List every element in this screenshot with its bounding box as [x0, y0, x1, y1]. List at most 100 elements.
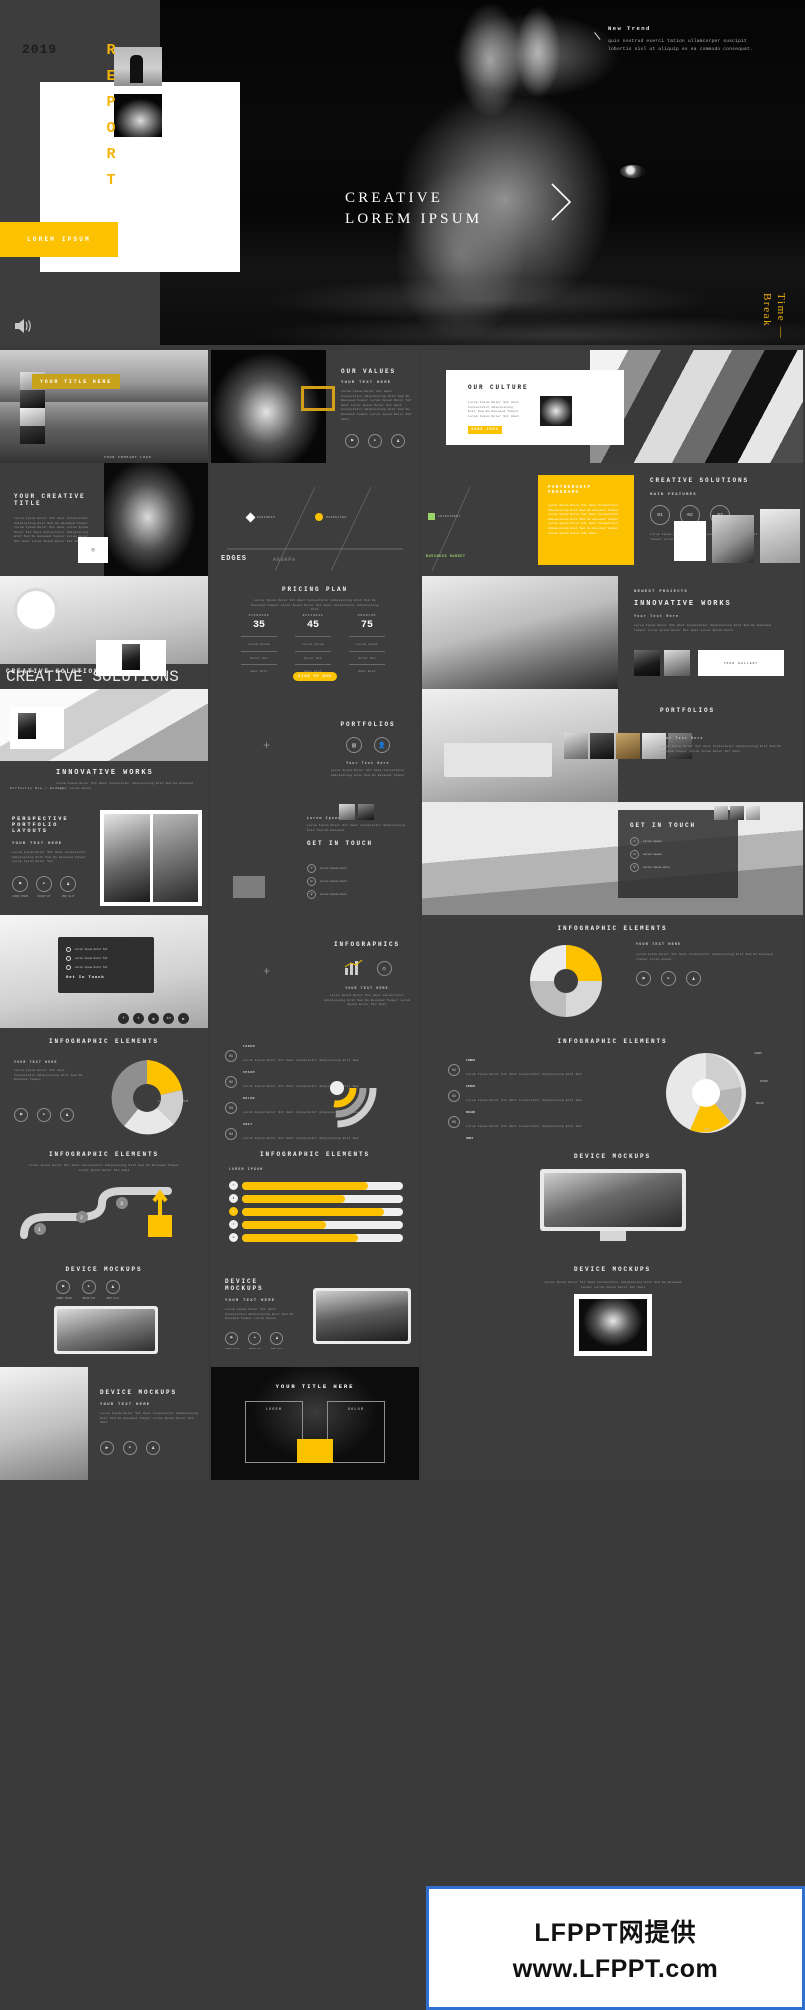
- mail-icon[interactable]: ✉: [307, 877, 316, 886]
- slide-thumb-30[interactable]: [422, 1367, 803, 1480]
- slide-thumb-15[interactable]: GET IN TOUCH ✆ Lorem Ipsum ✉ Lorem Ipsum ⚲…: [422, 802, 803, 915]
- slide-05-legend: BUSINESS MARKETING: [245, 512, 347, 522]
- rocket-icon[interactable]: ➤: [37, 1108, 51, 1122]
- pie-icon[interactable]: ◴: [376, 961, 392, 976]
- instagram-icon[interactable]: ◉: [148, 1013, 159, 1024]
- plus-icon: +: [263, 739, 271, 753]
- slide-21-slice-label-1: LOREM: [754, 1052, 762, 1055]
- slide-thumb-22[interactable]: INFOGRAPHIC ELEMENTS Lorem Ipsum Dolor S…: [0, 1141, 208, 1254]
- slide-23-sub: LOREM IPSUM: [229, 1167, 264, 1171]
- slide-08-signup-button[interactable]: SIGN UP NOW: [293, 672, 337, 681]
- slide-thumb-14[interactable]: Lorem Ipsum Lorem Ipsum Dolor Sit Amet C…: [211, 802, 419, 915]
- slide-thumb-01[interactable]: YOUR TITLE HERE YOUR COMPANY LOGO: [0, 350, 208, 463]
- slide-thumb-23[interactable]: INFOGRAPHIC ELEMENTS LOREM IPSUM ✎ ♦ ★ ✆…: [211, 1141, 419, 1254]
- trophy-icon[interactable]: ♟: [146, 1441, 160, 1455]
- slide-thumb-03[interactable]: OUR CULTURE Lorem Ipsum Dolor Sit Amet C…: [422, 350, 803, 463]
- slide-thumb-05b[interactable]: INVESTMENT BUSINESS MARKET PARTNERSHIP P…: [422, 463, 803, 576]
- flag-icon[interactable]: ⚑: [56, 1280, 70, 1294]
- trophy-icon[interactable]: ♟: [60, 876, 76, 892]
- hero-year: 2019: [22, 42, 58, 57]
- slide-11-title: PORTFOLIOS: [340, 721, 396, 728]
- slide-thumb-12[interactable]: PORTFOLIOS Your Text Here Lorem Ipsum Do…: [422, 689, 803, 802]
- trophy-icon[interactable]: ♟: [105, 1280, 120, 1294]
- slide-26-title: DEVICE MOCKUPS: [225, 1278, 264, 1292]
- slide-thumb-20[interactable]: 01 LOREM Lorem Ipsum Dolor Sit Amet Consec…: [211, 1028, 419, 1141]
- slide-thumb-09[interactable]: NEWEST PROJECTS INNOVATIVE WORKS Your Te…: [422, 576, 803, 689]
- imac-stand: [600, 1231, 626, 1241]
- plan-price-1: 35: [252, 620, 265, 631]
- slide-thumb-17[interactable]: + INFOGRAPHICS ◴ YOUR TEXT HERE Lorem Ip…: [211, 915, 419, 1028]
- slide-05-panel-title: PARTNERSHIP PROGRAMS: [548, 485, 592, 495]
- slide-thumb-18[interactable]: INFOGRAPHIC ELEMENTS YOUR TEXT HERE Lore…: [422, 915, 803, 1028]
- slide-thumb-19[interactable]: INFOGRAPHIC ELEMENTS YOUR TEXT HERE Lore…: [0, 1028, 208, 1141]
- pricing-col-2[interactable]: BUSINESS 45 Lorem Ipsum Dolor Sit Amet E…: [295, 614, 331, 674]
- audio-toggle-button[interactable]: [14, 317, 34, 335]
- slide-10-photo-inset: [18, 713, 36, 739]
- flag-icon[interactable]: ⚑: [12, 876, 28, 892]
- slide-thumb-13[interactable]: PERSPECTIVE PORTFOLIO LAYOUTS YOUR TEXT …: [0, 802, 208, 915]
- slide-07-photo: [122, 644, 140, 670]
- slide-09-sub2: Your Text Here: [634, 615, 680, 619]
- plan-name-2: BUSINESS: [302, 614, 324, 617]
- plan-feat-2b: Dolor Sit: [304, 655, 322, 660]
- users-icon[interactable]: 👤: [374, 737, 390, 753]
- pricing-col-3[interactable]: PREMIUM 75 Lorem Ipsum Dolor Sit Amet El…: [349, 614, 385, 674]
- linkedin-icon[interactable]: in: [163, 1013, 174, 1024]
- slide-thumb-11[interactable]: + PORTFOLIOS ▤ 👤 Your Text Here Lorem Ip…: [211, 689, 419, 802]
- flag-icon[interactable]: ⚑: [636, 971, 651, 987]
- flag-icon[interactable]: ⚑: [345, 434, 359, 448]
- slide-thumb-28[interactable]: DEVICE MOCKUPS YOUR TEXT HERE Lorem Ipsu…: [0, 1367, 208, 1480]
- slide-thumb-10[interactable]: INNOVATIVE WORKS Perfectly New / Design …: [0, 689, 208, 802]
- slide-08-button-label: SIGN UP NOW: [298, 674, 332, 679]
- slide-thumb-07[interactable]: CREATIVE SOLUTIONS CREATIVE SOLUTIONS: [0, 576, 208, 689]
- slide-thumb-21[interactable]: INFOGRAPHIC ELEMENTS 01 LOREM Lorem Ipsum …: [422, 1028, 803, 1141]
- phone-icon[interactable]: ✆: [307, 864, 316, 873]
- laptop-mockup: [54, 1306, 158, 1354]
- grid-row: Lorem Ipsum Dolor Sit Lorem Ipsum Dolor …: [0, 915, 805, 1028]
- slide-17-body: Lorem Ipsum Dolor Sit Amet Consectetur A…: [323, 993, 411, 1007]
- rocket-icon[interactable]: ➤: [368, 434, 382, 448]
- twitter-icon[interactable]: t: [133, 1013, 144, 1024]
- rocket-icon[interactable]: ➤: [123, 1441, 137, 1455]
- rocket-icon[interactable]: ➤: [81, 1280, 96, 1294]
- bar-icon-1: ✎: [229, 1181, 238, 1190]
- slide-thumb-24[interactable]: DEVICE MOCKUPS: [422, 1141, 803, 1254]
- pin-icon[interactable]: ⚲: [307, 890, 316, 899]
- mail-icon[interactable]: ✉: [630, 850, 639, 859]
- slide-thumb-05[interactable]: BUSINESS MARKETING EDGES AGGRPA: [211, 463, 419, 576]
- slide-thumb-26[interactable]: DEVICE MOCKUPS YOUR TEXT HERE Lorem Ipsu…: [211, 1254, 419, 1367]
- trophy-icon[interactable]: ♟: [60, 1108, 74, 1122]
- slide-09-text: NEWEST PROJECTS INNOVATIVE WORKS Your Te…: [634, 590, 784, 632]
- slide-thumb-29[interactable]: YOUR TITLE HERE LOREM DOLOR: [211, 1367, 419, 1480]
- hero-cta-button[interactable]: LOREM IPSUM: [0, 222, 118, 257]
- next-slide-button[interactable]: [548, 182, 574, 222]
- slide-thumb-02[interactable]: OUR VALUES YOUR TEXT HERE Lorem Ipsum Do…: [211, 350, 419, 463]
- site-watermark: LFPPT网提供 www.LFPPT.com: [426, 1886, 805, 2010]
- slide-03-button[interactable]: MORE INFO: [468, 426, 502, 434]
- flag-icon[interactable]: ⚑: [14, 1108, 28, 1122]
- slide-09-caption-card: YOUR GALLERY: [698, 650, 784, 676]
- youtube-icon[interactable]: ▶: [178, 1013, 189, 1024]
- pin-icon[interactable]: ⚲: [630, 863, 639, 872]
- slide-thumb-04[interactable]: YOUR CREATIVE TITLE Lorem Ipsum Dolor Si…: [0, 463, 208, 576]
- play-icon[interactable]: ▶: [100, 1441, 114, 1455]
- briefcase-icon[interactable]: ▤: [346, 737, 362, 753]
- pricing-col-1[interactable]: STANDARD 35 Lorem Ipsum Dolor Sit Amet E…: [241, 614, 277, 674]
- hero-title-line2: LOREM IPSUM: [345, 211, 483, 227]
- mockup-card-2: [712, 515, 754, 563]
- rocket-icon[interactable]: ➤: [36, 876, 52, 892]
- slide-thumb-27[interactable]: DEVICE MOCKUPS Lorem Ipsum Dolor Sit Ame…: [422, 1254, 803, 1367]
- facebook-icon[interactable]: f: [118, 1013, 129, 1024]
- slide-18-body: Lorem Ipsum Dolor Sit Amet Consectetur A…: [636, 952, 773, 961]
- rocket-icon[interactable]: ➤: [248, 1332, 262, 1345]
- slide-thumb-08[interactable]: PRICING PLAN Lorem Ipsum Dolor Sit Amet …: [211, 576, 419, 689]
- flag-icon[interactable]: ⚑: [225, 1332, 238, 1345]
- trophy-icon[interactable]: ♟: [686, 971, 701, 987]
- rocket-icon[interactable]: ➤: [661, 971, 676, 987]
- trophy-icon[interactable]: ♟: [270, 1332, 284, 1345]
- slide-thumb-16[interactable]: Lorem Ipsum Dolor Sit Lorem Ipsum Dolor …: [0, 915, 208, 1028]
- phone-icon[interactable]: ✆: [630, 837, 639, 846]
- trophy-icon[interactable]: ♟: [391, 434, 405, 448]
- slide-thumb-25[interactable]: DEVICE MOCKUPS ⚑ LOREM IPSUM ➤ DOLOR SIT ♟…: [0, 1254, 208, 1367]
- yellow-frame: [301, 386, 335, 411]
